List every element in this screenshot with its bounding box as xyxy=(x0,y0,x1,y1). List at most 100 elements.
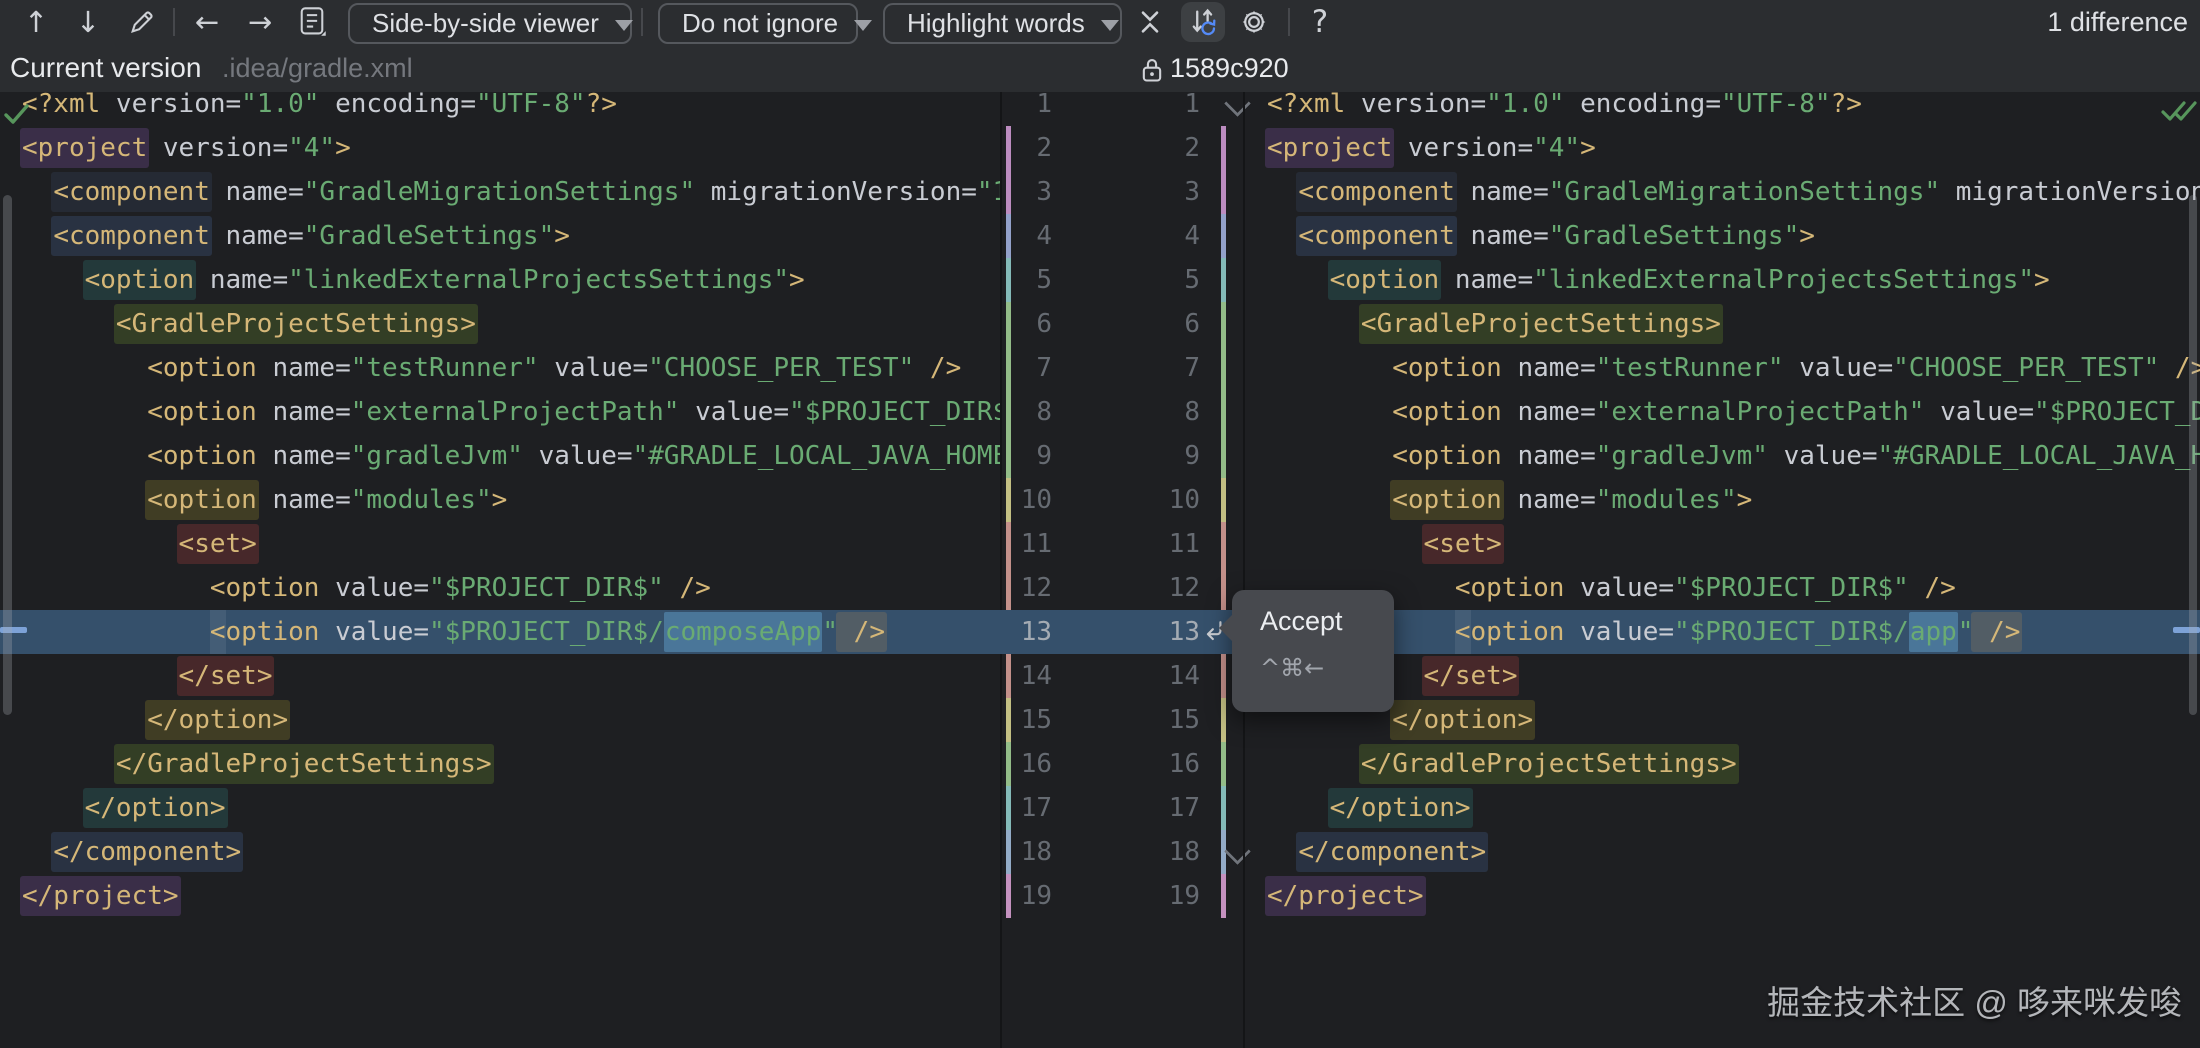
code-token: name= xyxy=(256,353,351,383)
code-line: </component> xyxy=(22,830,244,874)
code-token: <?xml xyxy=(1267,92,1346,119)
code-token: <option xyxy=(147,353,257,383)
line-number: 4 xyxy=(1184,221,1200,251)
revision-label: 1589c920 xyxy=(1140,44,1289,92)
code-token: name= xyxy=(256,441,351,471)
line-number: 15 xyxy=(1020,705,1052,735)
code-line: </GradleProjectSettings> xyxy=(1267,742,1739,786)
code-token: name= xyxy=(1439,265,1534,295)
next-change-icon[interactable]: ↓ xyxy=(66,0,110,44)
code-token: "CHOOSE_PER_TEST" xyxy=(648,353,915,383)
code-token: <option xyxy=(1392,441,1502,471)
prev-change-icon[interactable]: ↑ xyxy=(14,0,58,44)
code-line: <?xml version="1.0" encoding="UTF-8"?> xyxy=(22,92,617,126)
code-token: "GradleSettings" xyxy=(1548,221,1800,251)
watermark: 掘金技术社区 @ 哆来咪发唆 xyxy=(1767,984,2182,1021)
code-line: <option name="modules"> xyxy=(1267,478,1752,522)
line-number: 11 xyxy=(1168,529,1200,559)
back-icon[interactable]: ← xyxy=(185,0,229,44)
accept-tooltip: Accept ^⌘← xyxy=(1219,590,1394,712)
left-scrollbar-thumb[interactable] xyxy=(3,195,12,715)
code-token: "#GRADLE_LOCAL_JAVA_HOME" xyxy=(632,441,1001,471)
code-token: "linkedExternalProjectsSettings" xyxy=(288,265,790,295)
code-token: "#GRADLE_LOCAL_JAVA_HOME" xyxy=(1877,441,2200,471)
code-token: </option> xyxy=(1390,700,1536,740)
code-line: <?xml version="1.0" encoding="UTF-8"?> xyxy=(1267,92,1862,126)
line-number: 2 xyxy=(1036,133,1052,163)
code-token: value= xyxy=(1564,617,1674,647)
code-token: "$PROJECT_DIR$" xyxy=(2034,397,2200,427)
code-token: name= xyxy=(1501,397,1596,427)
code-token: version= xyxy=(147,133,289,163)
code-token: <option xyxy=(209,617,320,647)
collapse-unchanged-icon[interactable] xyxy=(1128,0,1172,44)
highlight-mode-dropdown[interactable]: Highlight words xyxy=(883,3,1122,44)
code-token: <option xyxy=(1390,480,1504,520)
code-token: "1" xyxy=(976,177,1000,207)
accept-button[interactable]: Accept xyxy=(1260,606,1343,637)
code-line: <component name="GradleMigrationSettings… xyxy=(22,170,1000,214)
viewer-mode-dropdown[interactable]: Side-by-side viewer xyxy=(348,3,633,44)
ignore-policy-dropdown[interactable]: Do not ignore xyxy=(658,3,873,44)
scope-color-strip xyxy=(1221,478,1226,522)
line-number: 2 xyxy=(1184,133,1200,163)
scope-color-strip xyxy=(1221,214,1226,258)
diff-word: composeApp xyxy=(663,612,823,652)
sync-scrolling-icon[interactable] xyxy=(1181,0,1225,44)
code-token: "GradleSettings" xyxy=(303,221,555,251)
code-token: <component xyxy=(1296,172,1457,212)
code-token: </set> xyxy=(176,656,275,696)
code-token: <option xyxy=(1454,617,1565,647)
line-number: 4 xyxy=(1036,221,1052,251)
line-number: 8 xyxy=(1036,397,1052,427)
help-icon[interactable]: ? xyxy=(1298,0,1342,44)
revision-hash: 1589c920 xyxy=(1170,52,1289,83)
code-line: <option name="gradleJvm" value="#GRADLE_… xyxy=(22,434,1000,478)
code-token: "4" xyxy=(288,133,336,163)
code-line: <option name="modules"> xyxy=(22,478,507,522)
code-token: /> xyxy=(1908,573,1956,603)
code-line: </set> xyxy=(22,654,275,698)
all-applied-double-check-icon xyxy=(2160,96,2198,126)
code-line: <option name="linkedExternalProjectsSett… xyxy=(22,258,805,302)
line-number: 11 xyxy=(1020,529,1052,559)
code-token: "gradleJvm" xyxy=(1595,441,1768,471)
code-token: /> xyxy=(663,573,711,603)
code-line: </option> xyxy=(1267,786,1473,830)
code-token: </GradleProjectSettings> xyxy=(1358,744,1739,784)
code-line: </component> xyxy=(1267,830,1489,874)
right-scrollbar-thumb[interactable] xyxy=(2189,195,2197,715)
scope-color-strip xyxy=(1221,170,1226,214)
document-viewer-icon[interactable] xyxy=(290,0,334,44)
code-token: > xyxy=(491,485,508,515)
code-line: <set> xyxy=(1267,522,1504,566)
edit-icon[interactable] xyxy=(120,0,164,44)
settings-gear-icon[interactable] xyxy=(1232,0,1276,44)
code-line: <component name="GradleSettings"> xyxy=(1267,214,1815,258)
code-line: </project> xyxy=(20,874,181,918)
code-line: <project version="4"> xyxy=(20,126,351,170)
code-line: <option name="externalProjectPath" value… xyxy=(22,390,1000,434)
lock-icon xyxy=(1140,56,1164,84)
right-code-pane[interactable]: <?xml version="1.0" encoding="UTF-8"?> <p… xyxy=(1245,92,2200,1048)
code-token: "4" xyxy=(1533,133,1581,163)
code-token: "UTF-8" xyxy=(476,92,586,119)
code-token: /> xyxy=(1971,612,2023,652)
code-token: > xyxy=(1799,221,1815,251)
code-token: "modules" xyxy=(350,485,492,515)
code-token: "testRunner" xyxy=(350,353,539,383)
left-code-pane[interactable]: <?xml version="1.0" encoding="UTF-8"?> <p… xyxy=(0,92,1000,1048)
forward-icon[interactable]: → xyxy=(238,0,282,44)
code-token: value= xyxy=(1564,573,1674,603)
code-line: <set> xyxy=(22,522,259,566)
